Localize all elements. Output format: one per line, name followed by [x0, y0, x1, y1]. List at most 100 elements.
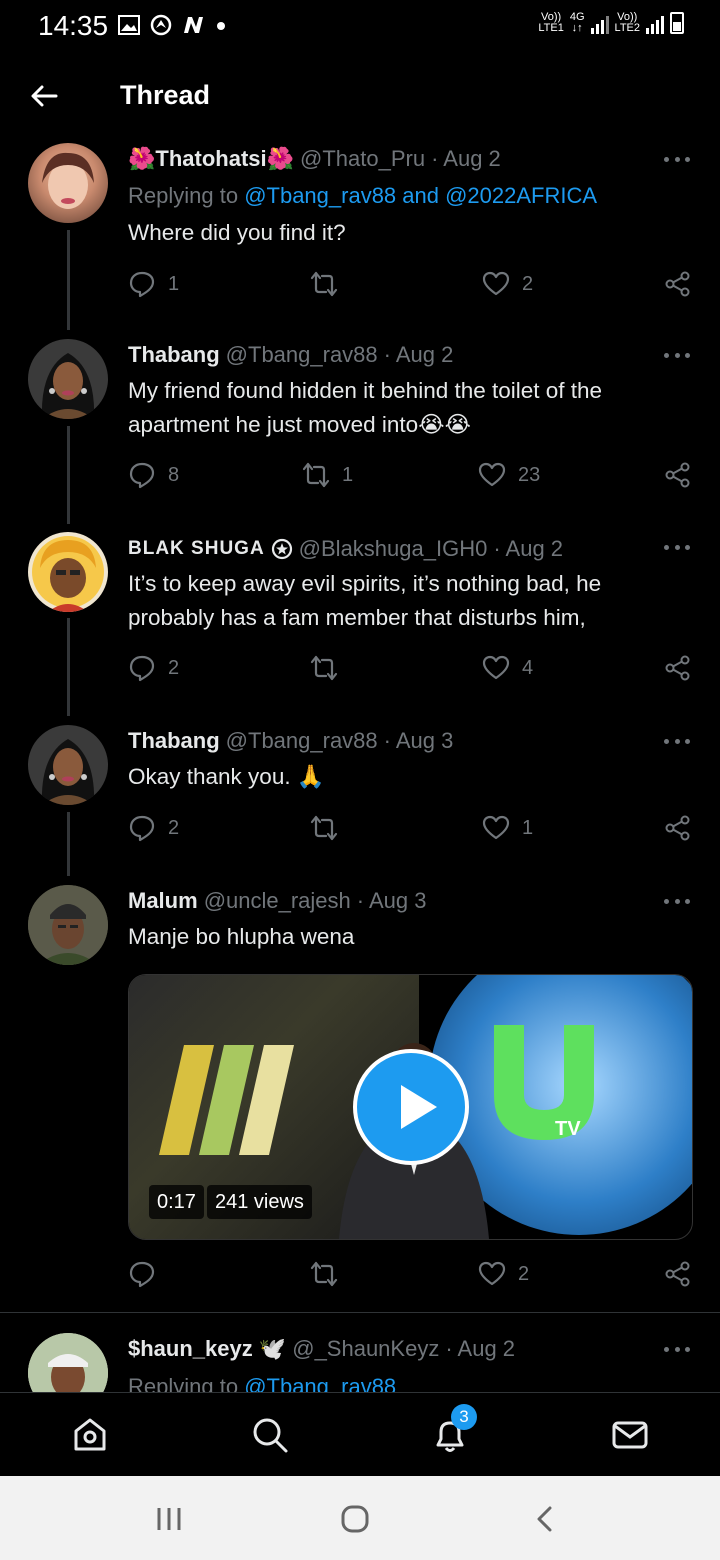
reply-button[interactable]: 2: [128, 654, 179, 682]
retweet-button[interactable]: [310, 270, 350, 298]
reply-icon: [129, 462, 155, 489]
more-options-icon[interactable]: [664, 739, 690, 745]
svg-text:TV: TV: [555, 1118, 581, 1140]
share-button[interactable]: [664, 270, 692, 298]
tweet-date: · Aug 2: [445, 1336, 516, 1361]
messages-icon[interactable]: [610, 1415, 650, 1455]
n-app-icon: [184, 17, 203, 33]
status-right: Vo)) LTE1 4G ↓↑ Vo)) LTE2: [538, 12, 684, 34]
like-count: 23: [518, 463, 541, 486]
reply-button[interactable]: [128, 1260, 168, 1288]
author-name[interactable]: $haun_keyz 🕊️: [128, 1336, 286, 1362]
gallery-icon: [118, 15, 140, 35]
author-handle[interactable]: @_ShaunKeyz: [292, 1336, 439, 1362]
author-name[interactable]: Malum: [128, 888, 198, 914]
replying-to-link[interactable]: @Tbang_rav88: [244, 1374, 396, 1392]
status-time: 14:35: [38, 10, 109, 41]
retweet-button[interactable]: [310, 814, 350, 842]
heart-icon: [478, 462, 506, 487]
author-name[interactable]: Thabang: [128, 342, 220, 368]
studio-graphic: [159, 1045, 294, 1155]
author-handle[interactable]: @Thato_Pru: [300, 146, 425, 172]
notification-icons: [118, 14, 226, 36]
tweet-date: · Aug 3: [383, 728, 454, 753]
notifications-badge: 3: [451, 1404, 477, 1430]
recent-apps-icon[interactable]: [154, 1504, 184, 1534]
home-button-icon[interactable]: [340, 1504, 370, 1534]
app-header: Thread: [0, 52, 720, 142]
author-handle[interactable]: @Blakshuga_IGH0: [299, 536, 488, 562]
replying-prefix: Replying to: [128, 183, 245, 208]
more-options-icon[interactable]: [664, 899, 690, 905]
home-icon[interactable]: [70, 1415, 110, 1455]
lte2-label: LTE2: [614, 22, 640, 34]
avatar[interactable]: [28, 1333, 108, 1392]
author-name[interactable]: BLAK SHUGA: [128, 538, 265, 560]
system-back-icon[interactable]: [530, 1504, 560, 1534]
avatar[interactable]: [28, 339, 108, 419]
author-handle[interactable]: @Tbang_rav88: [226, 728, 378, 754]
share-button[interactable]: [664, 1260, 692, 1288]
heart-icon: [482, 271, 510, 296]
share-icon: [665, 271, 690, 297]
video-player[interactable]: TV 0:17 241 views: [128, 974, 693, 1240]
retweet-button[interactable]: [310, 1260, 350, 1288]
heart-icon: [482, 655, 510, 680]
navigation-icon: [150, 14, 172, 36]
tweet[interactable]: Thabang @Tbang_rav88 · Aug 2 My friend f…: [0, 336, 720, 532]
like-count: 4: [522, 656, 534, 679]
search-icon[interactable]: [250, 1415, 290, 1455]
reply-count: 2: [168, 656, 180, 679]
tweet[interactable]: Thabang @Tbang_rav88 · Aug 3 Okay thank …: [0, 722, 720, 882]
play-button[interactable]: [353, 1049, 469, 1165]
share-button[interactable]: [664, 814, 692, 842]
like-button[interactable]: 4: [482, 654, 533, 682]
avatar[interactable]: [28, 143, 108, 223]
like-button[interactable]: 2: [478, 1260, 529, 1288]
share-button[interactable]: [664, 461, 692, 489]
reply-button[interactable]: 1: [128, 270, 179, 298]
replying-to-link[interactable]: @Tbang_rav88 and @2022AFRICA: [244, 183, 597, 208]
signal2-icon: [646, 16, 664, 34]
more-options-icon[interactable]: [664, 545, 690, 551]
reply-count: 2: [168, 816, 180, 839]
like-count: 1: [522, 816, 534, 839]
author-name[interactable]: Thabang: [128, 728, 220, 754]
retweet-icon: [310, 1261, 338, 1287]
reply-button[interactable]: 2: [128, 814, 179, 842]
author-name[interactable]: 🌺Thatohatsi🌺: [128, 146, 294, 172]
author-handle[interactable]: @Tbang_rav88: [226, 342, 378, 368]
tweet-date: · Aug 3: [356, 888, 427, 913]
avatar[interactable]: [28, 532, 108, 612]
avatar[interactable]: [28, 725, 108, 805]
back-arrow-icon[interactable]: [28, 80, 60, 112]
like-button[interactable]: 23: [478, 461, 540, 489]
reply-count: 8: [168, 463, 180, 486]
share-button[interactable]: [664, 654, 692, 682]
status-bar: 14:35 Vo)) LTE1 4G ↓↑ Vo)) LTE2: [0, 0, 720, 52]
more-options-icon[interactable]: [664, 353, 690, 359]
tweet[interactable]: BLAK SHUGA @Blakshuga_IGH0 · Aug 2 It’s …: [0, 530, 720, 724]
more-options-icon[interactable]: [664, 157, 690, 163]
tweet[interactable]: 🌺Thatohatsi🌺 @Thato_Pru · Aug 2 Replying…: [0, 140, 720, 340]
retweet-button[interactable]: 1: [302, 461, 353, 489]
battery-icon: [670, 12, 684, 34]
reply-button[interactable]: 8: [128, 461, 179, 489]
tweet-actions: 1 2: [128, 270, 694, 304]
tweet-header: $haun_keyz 🕊️ @_ShaunKeyz · Aug 2: [128, 1336, 515, 1362]
author-handle[interactable]: @uncle_rajesh: [204, 888, 351, 914]
tweet-text: Okay thank you. 🙏: [128, 764, 325, 789]
tweet-text: It’s to keep away evil spirits, it’s not…: [128, 571, 602, 630]
retweet-icon: [302, 462, 330, 488]
tweet[interactable]: $haun_keyz 🕊️ @_ShaunKeyz · Aug 2 Replyi…: [0, 1330, 720, 1392]
tweet-text: Manje bo hlupha wena: [128, 924, 355, 949]
video-duration: 0:17: [149, 1185, 204, 1219]
retweet-button[interactable]: [310, 654, 350, 682]
like-button[interactable]: 2: [482, 270, 533, 298]
more-options-icon[interactable]: [664, 1347, 690, 1353]
signal1-icon: [590, 16, 609, 34]
avatar[interactable]: [28, 885, 108, 965]
divider: [0, 1312, 720, 1313]
replying-to: Replying to @Tbang_rav88: [128, 1374, 396, 1392]
like-button[interactable]: 1: [482, 814, 533, 842]
